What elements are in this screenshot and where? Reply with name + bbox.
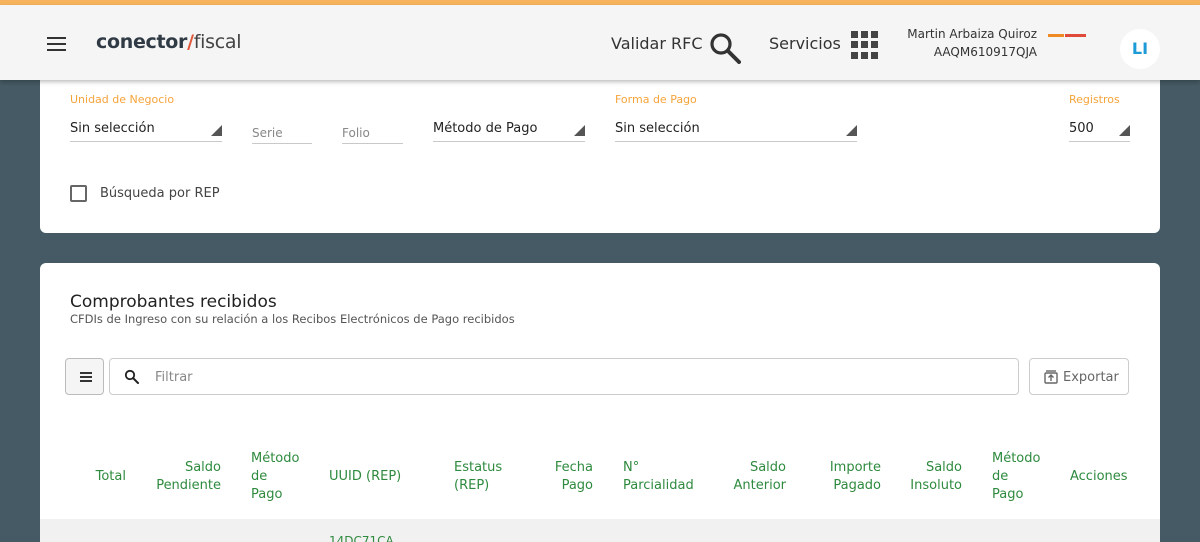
nav-validar-rfc[interactable]: Validar RFC (611, 34, 703, 53)
company-logo-icon (1048, 34, 1086, 37)
column-header[interactable]: Estatus (REP) (454, 459, 502, 495)
registros-value: 500 (1069, 121, 1094, 136)
unidad-negocio-select[interactable]: Sin selección (70, 118, 222, 142)
user-avatar[interactable]: LI (1120, 29, 1160, 69)
column-header[interactable]: Saldo Anterior (734, 459, 786, 495)
nav-servicios[interactable]: Servicios (769, 34, 841, 53)
export-button[interactable]: Exportar (1029, 358, 1129, 395)
app-header: conector/fiscal Validar RFC Servicios Ma… (0, 5, 1200, 80)
busqueda-rep-checkbox[interactable] (70, 185, 87, 202)
registros-select[interactable]: 500 (1069, 118, 1130, 142)
column-header[interactable]: N° Parcialidad (623, 459, 694, 495)
apps-grid-icon[interactable] (851, 31, 879, 59)
column-header[interactable]: Método de Pago (251, 450, 299, 504)
metodo-pago-value: Método de Pago (433, 121, 538, 136)
section-title: Comprobantes recibidos (70, 292, 277, 312)
forma-pago-select[interactable]: Sin selección (615, 118, 857, 142)
dropdown-arrow-icon (211, 125, 222, 136)
user-rfc: AAQM610917QJA (933, 45, 1037, 59)
export-label: Exportar (1063, 370, 1119, 385)
column-header[interactable]: Método de Pago (992, 450, 1040, 504)
serie-placeholder: Serie (252, 126, 283, 140)
app-logo[interactable]: conector/fiscal (96, 31, 241, 53)
busqueda-rep-label[interactable]: Búsqueda por REP (100, 186, 220, 201)
metodo-pago-select[interactable]: Método de Pago (433, 118, 585, 142)
registros-label: Registros (1069, 93, 1120, 106)
folio-input[interactable]: Folio (342, 120, 403, 144)
column-header[interactable]: Acciones (1070, 468, 1128, 486)
serie-input[interactable]: Serie (252, 120, 312, 144)
logo-text-bold: conector (96, 31, 188, 53)
search-icon (124, 369, 139, 384)
folio-placeholder: Folio (342, 126, 370, 140)
section-subtitle: CFDIs de Ingreso con su relación a los R… (70, 312, 515, 326)
view-toggle-button[interactable] (65, 358, 104, 395)
filter-input[interactable]: Filtrar (109, 358, 1019, 395)
search-icon[interactable] (709, 32, 741, 64)
table-row[interactable] (40, 519, 1160, 542)
unidad-negocio-label: Unidad de Negocio (70, 93, 175, 106)
forma-pago-label: Forma de Pago (615, 93, 697, 106)
logo-slash: / (187, 31, 194, 53)
filter-placeholder: Filtrar (155, 370, 193, 385)
export-icon (1044, 370, 1058, 384)
column-header[interactable]: UUID (REP) (329, 468, 401, 486)
row-uuid-link[interactable]: 14DC71CA (329, 534, 394, 542)
filters-card (40, 60, 1160, 233)
dropdown-arrow-icon (1119, 125, 1130, 136)
column-header[interactable]: Importe Pagado (830, 459, 881, 495)
menu-icon[interactable] (47, 37, 66, 51)
column-header[interactable]: Total (96, 468, 126, 486)
logo-text-light: fiscal (193, 31, 242, 53)
user-name: Martin Arbaiza Quiroz (907, 27, 1037, 41)
dropdown-arrow-icon (574, 125, 585, 136)
column-header[interactable]: Fecha Pago (555, 459, 593, 495)
column-header[interactable]: Saldo Pendiente (156, 459, 221, 495)
unidad-negocio-value: Sin selección (70, 121, 155, 136)
column-header[interactable]: Saldo Insoluto (910, 459, 962, 495)
dropdown-arrow-icon (846, 125, 857, 136)
forma-pago-value: Sin selección (615, 121, 700, 136)
